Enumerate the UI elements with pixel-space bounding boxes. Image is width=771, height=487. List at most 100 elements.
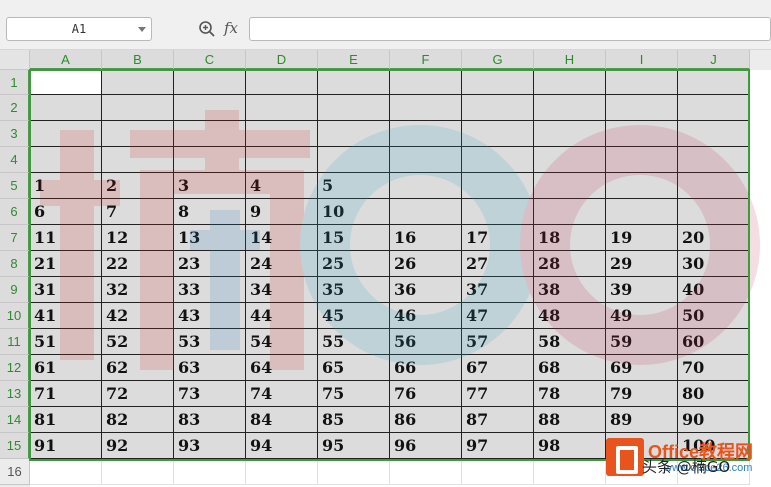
row-header-7[interactable]: 7 xyxy=(0,225,30,251)
cell-e3[interactable] xyxy=(318,121,390,147)
cell-g2[interactable] xyxy=(462,95,534,121)
cell-f4[interactable] xyxy=(390,147,462,173)
cell-g14[interactable]: 87 xyxy=(462,407,534,433)
cell-j15[interactable]: 100 xyxy=(678,433,750,459)
cell-j4[interactable] xyxy=(678,147,750,173)
cell-h4[interactable] xyxy=(534,147,606,173)
cell-d4[interactable] xyxy=(246,147,318,173)
cell-h1[interactable] xyxy=(534,70,606,95)
cell-j8[interactable]: 30 xyxy=(678,251,750,277)
row-header-4[interactable]: 4 xyxy=(0,147,30,173)
column-header-i[interactable]: I xyxy=(606,50,678,70)
cell-h7[interactable]: 18 xyxy=(534,225,606,251)
cell-c7[interactable]: 13 xyxy=(174,225,246,251)
cell-i6[interactable] xyxy=(606,199,678,225)
cell-a13[interactable]: 71 xyxy=(30,381,102,407)
cell-e15[interactable]: 95 xyxy=(318,433,390,459)
cell-f9[interactable]: 36 xyxy=(390,277,462,303)
cell-b12[interactable]: 62 xyxy=(102,355,174,381)
cell-i11[interactable]: 59 xyxy=(606,329,678,355)
cell-h10[interactable]: 48 xyxy=(534,303,606,329)
cell-d3[interactable] xyxy=(246,121,318,147)
cell-d10[interactable]: 44 xyxy=(246,303,318,329)
row-header-9[interactable]: 9 xyxy=(0,277,30,303)
cell-g6[interactable] xyxy=(462,199,534,225)
cell-e13[interactable]: 75 xyxy=(318,381,390,407)
cell-h16[interactable] xyxy=(534,459,606,485)
cell-a16[interactable] xyxy=(30,459,102,485)
column-header-j[interactable]: J xyxy=(678,50,750,70)
cell-a2[interactable] xyxy=(30,95,102,121)
cell-j5[interactable] xyxy=(678,173,750,199)
cell-f16[interactable] xyxy=(390,459,462,485)
cell-i16[interactable] xyxy=(606,459,678,485)
cell-c2[interactable] xyxy=(174,95,246,121)
cell-f13[interactable]: 76 xyxy=(390,381,462,407)
cell-g5[interactable] xyxy=(462,173,534,199)
cell-j1[interactable] xyxy=(678,70,750,95)
row-header-16[interactable]: 16 xyxy=(0,459,30,485)
cell-i2[interactable] xyxy=(606,95,678,121)
cell-b10[interactable]: 42 xyxy=(102,303,174,329)
cell-a10[interactable]: 41 xyxy=(30,303,102,329)
cell-i4[interactable] xyxy=(606,147,678,173)
cell-h11[interactable]: 58 xyxy=(534,329,606,355)
cell-j2[interactable] xyxy=(678,95,750,121)
cell-e1[interactable] xyxy=(318,70,390,95)
row-header-12[interactable]: 12 xyxy=(0,355,30,381)
cell-d6[interactable]: 9 xyxy=(246,199,318,225)
cell-c12[interactable]: 63 xyxy=(174,355,246,381)
cell-i1[interactable] xyxy=(606,70,678,95)
row-header-1[interactable]: 1 xyxy=(0,70,30,95)
cell-e5[interactable]: 5 xyxy=(318,173,390,199)
cell-e14[interactable]: 85 xyxy=(318,407,390,433)
cell-j7[interactable]: 20 xyxy=(678,225,750,251)
cell-h8[interactable]: 28 xyxy=(534,251,606,277)
row-header-10[interactable]: 10 xyxy=(0,303,30,329)
cell-f15[interactable]: 96 xyxy=(390,433,462,459)
cell-g13[interactable]: 77 xyxy=(462,381,534,407)
cell-d7[interactable]: 14 xyxy=(246,225,318,251)
cell-g4[interactable] xyxy=(462,147,534,173)
cell-h14[interactable]: 88 xyxy=(534,407,606,433)
cell-d16[interactable] xyxy=(246,459,318,485)
cell-i7[interactable]: 19 xyxy=(606,225,678,251)
cell-h9[interactable]: 38 xyxy=(534,277,606,303)
formula-input[interactable] xyxy=(249,17,771,41)
cell-c11[interactable]: 53 xyxy=(174,329,246,355)
cell-d15[interactable]: 94 xyxy=(246,433,318,459)
cell-e2[interactable] xyxy=(318,95,390,121)
cell-j6[interactable] xyxy=(678,199,750,225)
cell-i14[interactable]: 89 xyxy=(606,407,678,433)
column-header-e[interactable]: E xyxy=(318,50,390,70)
row-header-8[interactable]: 8 xyxy=(0,251,30,277)
cell-e6[interactable]: 10 xyxy=(318,199,390,225)
cell-c3[interactable] xyxy=(174,121,246,147)
cell-a1[interactable] xyxy=(30,70,102,95)
row-header-3[interactable]: 3 xyxy=(0,121,30,147)
cell-c13[interactable]: 73 xyxy=(174,381,246,407)
cell-i5[interactable] xyxy=(606,173,678,199)
cell-b15[interactable]: 92 xyxy=(102,433,174,459)
cell-j14[interactable]: 90 xyxy=(678,407,750,433)
cell-j3[interactable] xyxy=(678,121,750,147)
column-header-h[interactable]: H xyxy=(534,50,606,70)
cell-d1[interactable] xyxy=(246,70,318,95)
cell-b9[interactable]: 32 xyxy=(102,277,174,303)
cell-d11[interactable]: 54 xyxy=(246,329,318,355)
cell-d2[interactable] xyxy=(246,95,318,121)
cell-d14[interactable]: 84 xyxy=(246,407,318,433)
cell-a9[interactable]: 31 xyxy=(30,277,102,303)
cell-a3[interactable] xyxy=(30,121,102,147)
cell-d8[interactable]: 24 xyxy=(246,251,318,277)
cell-g10[interactable]: 47 xyxy=(462,303,534,329)
cell-e7[interactable]: 15 xyxy=(318,225,390,251)
cell-a14[interactable]: 81 xyxy=(30,407,102,433)
cell-b7[interactable]: 12 xyxy=(102,225,174,251)
cell-b13[interactable]: 72 xyxy=(102,381,174,407)
cell-i13[interactable]: 79 xyxy=(606,381,678,407)
chevron-down-icon[interactable] xyxy=(138,27,146,32)
cell-j12[interactable]: 70 xyxy=(678,355,750,381)
name-box[interactable]: A1 xyxy=(6,17,152,41)
cell-g7[interactable]: 17 xyxy=(462,225,534,251)
